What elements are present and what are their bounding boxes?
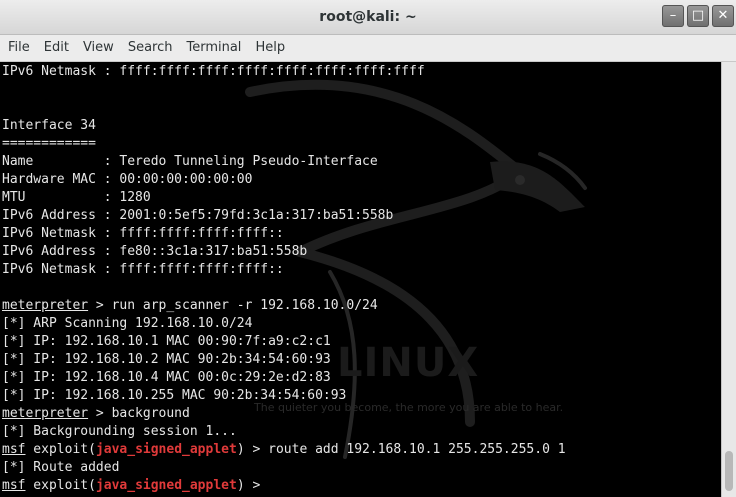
menu-file[interactable]: File <box>0 35 37 61</box>
terminal-line: Name : Teredo Tunneling Pseudo-Interface <box>2 153 722 171</box>
terminal-line: [*] IP: 192.168.10.4 MAC 00:0c:29:2e:d2:… <box>2 369 722 387</box>
terminal-text: IPv6 Address : fe80::3c1a:317:ba51:558b <box>2 244 308 259</box>
terminal-line: MTU : 1280 <box>2 189 722 207</box>
menu-help[interactable]: Help <box>248 35 292 61</box>
maximize-icon[interactable]: □ <box>687 5 709 27</box>
window-controls: – □ ✕ <box>662 5 734 27</box>
vertical-scrollbar[interactable] <box>721 62 736 497</box>
terminal-text: > run arp_scanner -r 192.168.10.0/24 <box>88 298 378 313</box>
terminal-line: IPv6 Netmask : ffff:ffff:ffff:ffff:: <box>2 261 722 279</box>
menu-search[interactable]: Search <box>121 35 180 61</box>
terminal-line: Hardware MAC : 00:00:00:00:00:00 <box>2 171 722 189</box>
terminal-line: msf exploit(java_signed_applet) > <box>2 477 722 495</box>
prompt-label: msf <box>2 478 26 493</box>
prompt-label: msf <box>2 442 26 457</box>
terminal-text: IPv6 Address : 2001:0:5ef5:79fd:3c1a:317… <box>2 208 394 223</box>
terminal-text: Hardware MAC : 00:00:00:00:00:00 <box>2 172 253 187</box>
terminal-text: > background <box>88 406 190 421</box>
terminal-line: [*] ARP Scanning 192.168.10.0/24 <box>2 315 722 333</box>
terminal-text: [*] ARP Scanning 192.168.10.0/24 <box>2 316 253 331</box>
prompt-label: meterpreter <box>2 406 89 421</box>
terminal-line: IPv6 Netmask : ffff:ffff:ffff:ffff:: <box>2 225 722 243</box>
title-bar[interactable]: root@kali: ~ – □ ✕ <box>0 0 736 35</box>
scrollbar-thumb[interactable] <box>725 451 733 491</box>
terminal-lines: IPv6 Netmask : ffff:ffff:ffff:ffff:ffff:… <box>2 63 722 495</box>
menu-view[interactable]: View <box>76 35 121 61</box>
terminal-line: meterpreter > run arp_scanner -r 192.168… <box>2 297 722 315</box>
terminal-text: [*] Route added <box>2 460 120 475</box>
terminal-text: Interface 34 <box>2 118 96 133</box>
terminal-text: IPv6 Netmask : ffff:ffff:ffff:ffff:ffff:… <box>2 64 425 79</box>
prompt-label: meterpreter <box>2 298 89 313</box>
terminal-text: [*] Backgrounding session 1... <box>2 424 237 439</box>
menu-edit[interactable]: Edit <box>37 35 76 61</box>
terminal-text: MTU : 1280 <box>2 190 151 205</box>
terminal-line: ============ <box>2 135 722 153</box>
terminal-line: [*] IP: 192.168.10.1 MAC 00:90:7f:a9:c2:… <box>2 333 722 351</box>
terminal-text: IPv6 Netmask : ffff:ffff:ffff:ffff:: <box>2 226 284 241</box>
terminal-line: [*] IP: 192.168.10.255 MAC 90:2b:34:54:6… <box>2 387 722 405</box>
terminal-line: IPv6 Address : 2001:0:5ef5:79fd:3c1a:317… <box>2 207 722 225</box>
terminal-line: meterpreter > background <box>2 405 722 423</box>
menu-bar: File Edit View Search Terminal Help <box>0 35 736 62</box>
terminal-text: exploit( <box>25 442 96 457</box>
terminal-window: root@kali: ~ – □ ✕ File Edit View Search… <box>0 0 736 497</box>
terminal-line: Interface 34 <box>2 117 722 135</box>
terminal-output[interactable]: LINUX The quieter you become, the more y… <box>0 62 722 497</box>
terminal-text: ) > route add 192.168.10.1 255.255.255.0… <box>236 442 566 457</box>
terminal-text: [*] IP: 192.168.10.2 MAC 90:2b:34:54:60:… <box>2 352 331 367</box>
close-icon[interactable]: ✕ <box>712 5 734 27</box>
exploit-module-name: java_signed_applet <box>95 442 237 457</box>
terminal-line: [*] Route added <box>2 459 722 477</box>
terminal-line: IPv6 Netmask : ffff:ffff:ffff:ffff:ffff:… <box>2 63 722 81</box>
terminal-line: msf exploit(java_signed_applet) > route … <box>2 441 722 459</box>
terminal-text: exploit( <box>25 478 96 493</box>
terminal-text: [*] IP: 192.168.10.4 MAC 00:0c:29:2e:d2:… <box>2 370 331 385</box>
menu-terminal[interactable]: Terminal <box>179 35 248 61</box>
terminal-text: [*] IP: 192.168.10.255 MAC 90:2b:34:54:6… <box>2 388 347 403</box>
terminal-text: ============ <box>2 136 96 151</box>
terminal-text: [*] IP: 192.168.10.1 MAC 00:90:7f:a9:c2:… <box>2 334 331 349</box>
terminal-text: ) > <box>236 478 269 493</box>
terminal-line: IPv6 Address : fe80::3c1a:317:ba51:558b <box>2 243 722 261</box>
terminal-line: [*] Backgrounding session 1... <box>2 423 722 441</box>
minimize-icon[interactable]: – <box>662 5 684 27</box>
terminal-text: Name : Teredo Tunneling Pseudo-Interface <box>2 154 378 169</box>
terminal-line: [*] IP: 192.168.10.2 MAC 90:2b:34:54:60:… <box>2 351 722 369</box>
exploit-module-name: java_signed_applet <box>95 478 237 493</box>
terminal-text: IPv6 Netmask : ffff:ffff:ffff:ffff:: <box>2 262 284 277</box>
window-title: root@kali: ~ <box>319 9 417 25</box>
